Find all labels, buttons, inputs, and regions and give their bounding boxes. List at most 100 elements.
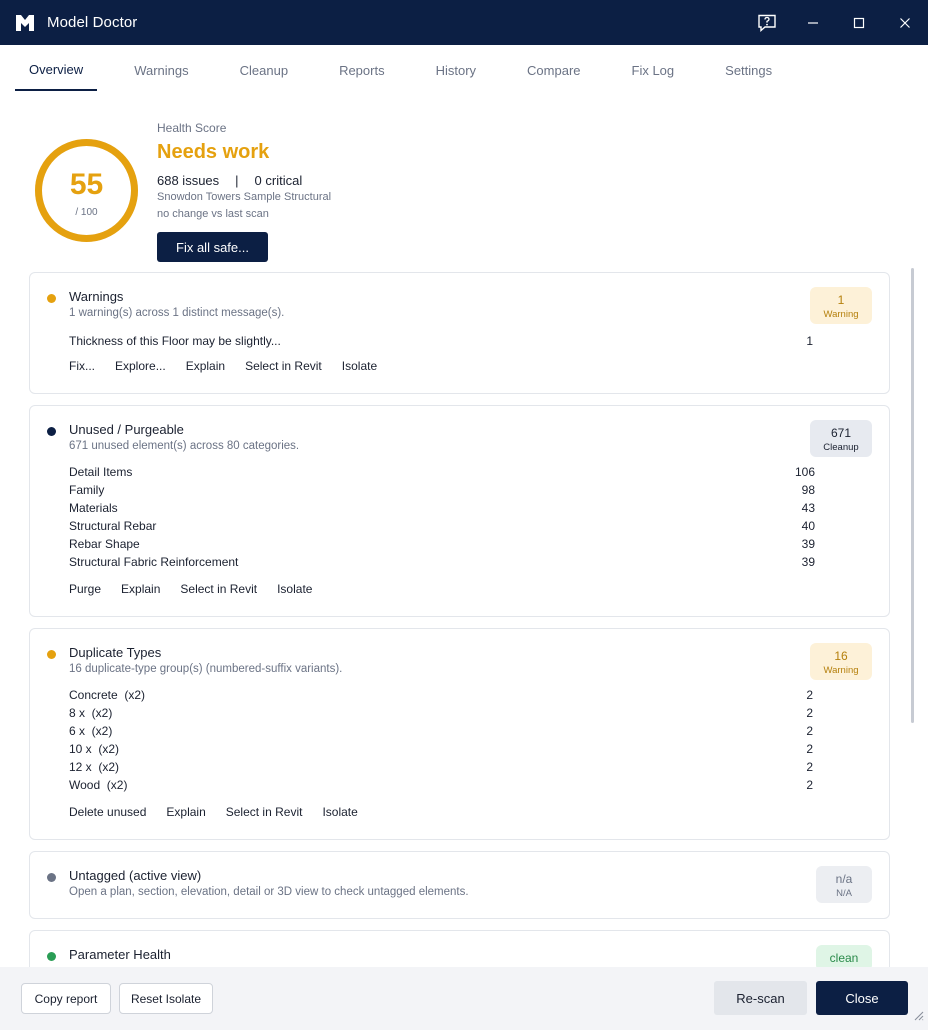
- row-value: 2: [806, 778, 813, 792]
- card-rows: Concrete (x2) 2 8 x (x2) 2 6 x (x2) 2 10 x …: [69, 688, 813, 796]
- duplicate-types-card: Duplicate Types 16 duplicate-type group(…: [29, 628, 890, 840]
- status-badge: 671 Cleanup: [810, 420, 872, 457]
- row-label: Materials: [69, 501, 118, 515]
- status-dot-icon: [47, 873, 56, 882]
- row-label: 8 x (x2): [69, 706, 113, 720]
- card-subtitle: 671 unused element(s) across 80 categori…: [69, 440, 300, 452]
- warnings-card: Warnings 1 warning(s) across 1 distinct …: [29, 272, 890, 394]
- health-score-label: Health Score: [157, 121, 227, 135]
- row-label: Thickness of this Floor may be slightly.…: [69, 334, 281, 348]
- fix-all-safe-button[interactable]: Fix all safe...: [157, 232, 268, 262]
- health-score-max: / 100: [75, 207, 98, 218]
- app-logo-icon: [15, 14, 35, 32]
- purge-link[interactable]: Purge: [69, 582, 101, 596]
- list-item[interactable]: Rebar Shape 39: [69, 537, 815, 555]
- reset-isolate-button[interactable]: Reset Isolate: [119, 983, 213, 1014]
- issues-count: 688 issues: [157, 173, 220, 188]
- minimize-icon[interactable]: [790, 0, 836, 45]
- row-value: 39: [801, 537, 815, 551]
- list-item[interactable]: 12 x (x2) 2: [69, 760, 813, 778]
- health-summary: 55 / 100 Health Score Needs work 688 iss…: [0, 105, 928, 265]
- isolate-link[interactable]: Isolate: [277, 582, 312, 596]
- row-label: Wood (x2): [69, 778, 128, 792]
- select-in-revit-link[interactable]: Select in Revit: [245, 359, 322, 373]
- select-in-revit-link[interactable]: Select in Revit: [180, 582, 257, 596]
- tab-overview[interactable]: Overview: [15, 49, 98, 91]
- explain-link[interactable]: Explain: [186, 359, 225, 373]
- badge-count: 1: [837, 293, 845, 307]
- badge-label: Warning: [823, 309, 859, 320]
- untagged-card: Untagged (active view) Open a plan, sect…: [29, 851, 890, 919]
- badge-count: n/a: [835, 872, 853, 886]
- row-label: Rebar Shape: [69, 537, 140, 551]
- status-badge: 16 Warning: [810, 643, 872, 680]
- card-rows: Thickness of this Floor may be slightly.…: [69, 334, 813, 352]
- tab-warnings[interactable]: Warnings: [120, 49, 202, 91]
- copy-report-button[interactable]: Copy report: [21, 983, 111, 1014]
- card-subtitle: Open a plan, section, elevation, detail …: [69, 886, 469, 898]
- scan-change: no change vs last scan: [157, 208, 269, 220]
- tab-cleanup[interactable]: Cleanup: [226, 49, 302, 91]
- select-in-revit-link[interactable]: Select in Revit: [226, 805, 303, 819]
- row-value: 39: [801, 555, 815, 569]
- health-status: Needs work: [157, 141, 270, 163]
- delete-unused-link[interactable]: Delete unused: [69, 805, 146, 819]
- help-icon[interactable]: [744, 0, 790, 45]
- rescan-button[interactable]: Re-scan: [714, 981, 807, 1015]
- row-value: 40: [801, 519, 815, 533]
- badge-label: Cleanup: [823, 442, 859, 453]
- badge-count: clean: [829, 951, 859, 965]
- explain-link[interactable]: Explain: [121, 582, 160, 596]
- list-item[interactable]: Detail Items 106: [69, 465, 815, 483]
- issue-counts: 688 issues | 0 critical: [157, 173, 302, 188]
- status-badge: n/a N/A: [816, 866, 872, 903]
- isolate-link[interactable]: Isolate: [342, 359, 377, 373]
- card-title: Duplicate Types: [69, 645, 162, 660]
- list-item[interactable]: Materials 43: [69, 501, 815, 519]
- issue-cards: Warnings 1 warning(s) across 1 distinct …: [0, 265, 928, 967]
- status-dot-icon: [47, 952, 56, 961]
- explore-link[interactable]: Explore...: [115, 359, 166, 373]
- list-item[interactable]: 8 x (x2) 2: [69, 706, 813, 724]
- tab-bar: Overview Warnings Cleanup Reports Histor…: [0, 45, 928, 91]
- list-item[interactable]: 6 x (x2) 2: [69, 724, 813, 742]
- status-dot-icon: [47, 650, 56, 659]
- card-title: Untagged (active view): [69, 868, 202, 883]
- list-item[interactable]: Wood (x2) 2: [69, 778, 813, 796]
- unused-card: Unused / Purgeable 671 unused element(s)…: [29, 405, 890, 617]
- tab-history[interactable]: History: [422, 49, 490, 91]
- card-subtitle: 16 duplicate-type group(s) (numbered-suf…: [69, 663, 343, 675]
- status-badge: clean: [816, 945, 872, 967]
- health-score-value: 55: [69, 168, 104, 201]
- status-badge: 1 Warning: [810, 287, 872, 324]
- tab-settings[interactable]: Settings: [711, 49, 786, 91]
- close-icon[interactable]: [882, 0, 928, 45]
- critical-count: 0 critical: [254, 173, 303, 188]
- parameter-health-card: Parameter Health clean: [29, 930, 890, 967]
- fix-link[interactable]: Fix...: [69, 359, 95, 373]
- maximize-icon[interactable]: [836, 0, 882, 45]
- card-title: Warnings: [69, 289, 124, 304]
- card-actions: Fix... Explore... Explain Select in Revi…: [69, 359, 397, 373]
- close-button[interactable]: Close: [816, 981, 908, 1015]
- badge-count: 671: [830, 426, 852, 440]
- explain-link[interactable]: Explain: [166, 805, 205, 819]
- list-item[interactable]: Family 98: [69, 483, 815, 501]
- row-value: 2: [806, 688, 813, 702]
- list-item[interactable]: 10 x (x2) 2: [69, 742, 813, 760]
- tab-compare[interactable]: Compare: [513, 49, 594, 91]
- window-controls: [744, 0, 928, 45]
- tab-reports[interactable]: Reports: [325, 49, 399, 91]
- list-item[interactable]: Structural Fabric Reinforcement 39: [69, 555, 815, 573]
- model-name: Snowdon Towers Sample Structural: [157, 191, 332, 203]
- status-dot-icon: [47, 294, 56, 303]
- list-item[interactable]: Concrete (x2) 2: [69, 688, 813, 706]
- resize-grip-icon[interactable]: [912, 1008, 924, 1026]
- isolate-link[interactable]: Isolate: [322, 805, 357, 819]
- tab-fix-log[interactable]: Fix Log: [618, 49, 689, 91]
- counts-separator: |: [235, 173, 239, 188]
- window-title: Model Doctor: [47, 14, 138, 31]
- list-item[interactable]: Thickness of this Floor may be slightly.…: [69, 334, 813, 352]
- list-item[interactable]: Structural Rebar 40: [69, 519, 815, 537]
- scrollbar[interactable]: [911, 268, 914, 723]
